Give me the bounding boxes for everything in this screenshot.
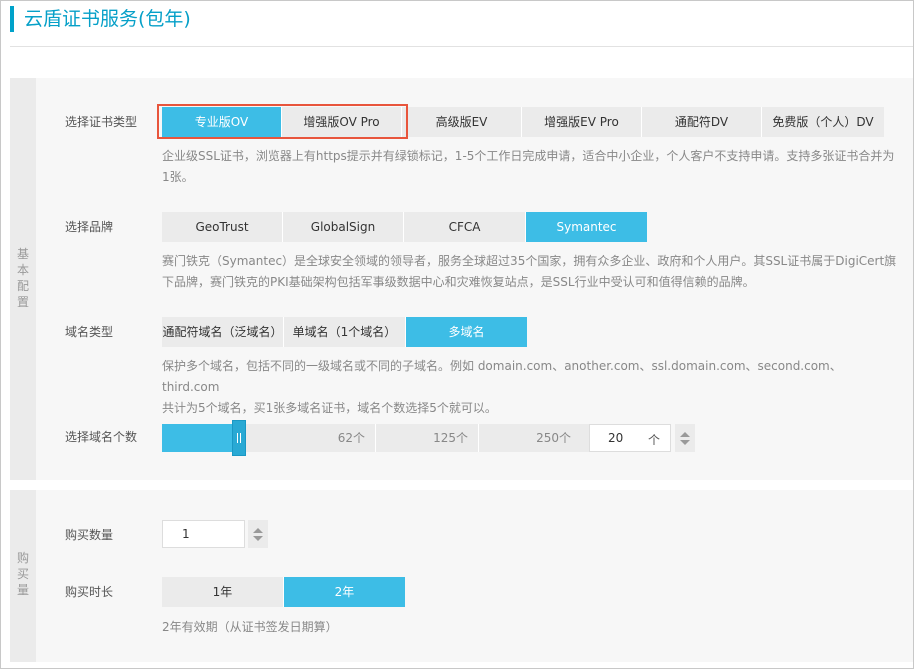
slider-divider-1 — [375, 424, 376, 452]
duration-label: 购买时长 — [65, 585, 114, 599]
domain-type-option-multi[interactable]: 多域名 — [406, 317, 527, 347]
brand-label: 选择品牌 — [65, 220, 114, 234]
quantity-label: 购买数量 — [65, 528, 114, 542]
brand-description: 赛门铁克（Symantec）是全球安全领域的领导者，服务全球超过35个国家，拥有… — [162, 251, 897, 293]
cert-type-option-ov-pro[interactable]: 增强版OV Pro — [282, 107, 402, 137]
quantity-increment-icon[interactable] — [253, 528, 263, 533]
quantity-stepper[interactable] — [248, 520, 268, 548]
domain-count-label: 选择域名个数 — [65, 430, 138, 444]
domain-count-slider-fill — [162, 424, 239, 452]
brand-option-cfca[interactable]: CFCA — [404, 212, 526, 242]
cert-type-option-free-dv[interactable]: 免费版（个人）DV — [762, 107, 884, 137]
cert-type-label: 选择证书类型 — [65, 115, 138, 129]
duration-validity-note: 2年有效期（从证书签发日期算） — [162, 620, 338, 634]
cert-type-option-ov[interactable]: 专业版OV — [162, 107, 282, 137]
duration-option-1-year[interactable]: 1年 — [162, 577, 284, 607]
domain-count-value: 20 — [608, 431, 624, 445]
cert-type-description-line-2: 1张。 — [162, 170, 194, 184]
cert-type-description-line-1: 企业级SSL证书，浏览器上有https提示并有绿锁标记，1-5个工作日完成申请，… — [162, 149, 895, 163]
basic-config-label-4: 置 — [16, 295, 29, 309]
cert-type-option-ev[interactable]: 高级版EV — [402, 107, 522, 137]
basic-config-sidebar: 基 本 配 置 — [10, 78, 36, 480]
basic-config-label-3: 配 — [16, 279, 29, 293]
basic-config-label-1: 基 — [16, 247, 29, 261]
purchase-section: 购 买 量 — [10, 490, 913, 662]
purchase-label-3: 量 — [16, 583, 29, 597]
domain-type-label: 域名类型 — [65, 325, 114, 339]
brand-description-line-1: 赛门铁克（Symantec）是全球安全领域的领导者，服务全球超过35个国家，拥有… — [162, 254, 897, 268]
slider-tick-250: 250个 — [536, 431, 571, 445]
cert-type-options: 专业版OV 增强版OV Pro 高级版EV 增强版EV Pro 通配符DV 免费… — [162, 107, 884, 137]
slider-tick-125: 125个 — [433, 431, 468, 445]
domain-type-description-line-1: 保护多个域名，包括不同的一级域名或不同的子域名。例如 domain.com、an… — [162, 359, 842, 394]
title-divider — [10, 46, 913, 47]
domain-type-description: 保护多个域名，包括不同的一级域名或不同的子域名。例如 domain.com、an… — [162, 356, 897, 419]
purchase-label-2: 买 — [16, 567, 29, 581]
domain-count-unit: 个 — [648, 433, 661, 447]
domain-type-options: 通配符域名（泛域名） 单域名（1个域名） 多域名 — [162, 317, 527, 347]
domain-count-slider[interactable]: 62个 125个 250个 — [162, 420, 589, 456]
cert-type-option-wildcard-dv[interactable]: 通配符DV — [642, 107, 762, 137]
quantity-decrement-icon[interactable] — [253, 536, 263, 541]
domain-count-input[interactable]: 20 个 — [589, 424, 671, 452]
quantity-value: 1 — [182, 527, 190, 541]
cert-type-option-ev-pro[interactable]: 增强版EV Pro — [522, 107, 642, 137]
purchase-label-1: 购 — [16, 551, 29, 565]
brand-option-globalsign[interactable]: GlobalSign — [283, 212, 404, 242]
page-title: 云盾证书服务(包年) — [10, 6, 191, 32]
slider-tick-62: 62个 — [337, 431, 365, 445]
duration-option-2-years[interactable]: 2年 — [284, 577, 405, 607]
brand-option-geotrust[interactable]: GeoTrust — [162, 212, 283, 242]
brand-options: GeoTrust GlobalSign CFCA Symantec — [162, 212, 647, 242]
domain-count-decrement-icon[interactable] — [680, 440, 690, 445]
domain-type-option-wildcard[interactable]: 通配符域名（泛域名） — [162, 317, 284, 347]
cert-type-description: 企业级SSL证书，浏览器上有https提示并有绿锁标记，1-5个工作日完成申请，… — [162, 146, 897, 188]
brand-option-symantec[interactable]: Symantec — [526, 212, 647, 242]
domain-count-stepper[interactable] — [675, 424, 695, 452]
domain-count-slider-handle[interactable] — [232, 420, 246, 456]
domain-type-option-single[interactable]: 单域名（1个域名） — [284, 317, 406, 347]
brand-description-line-2: 下品牌，赛门铁克的PKI基础架构包括军事级数据中心和灾难恢复站点，是SSL行业中… — [162, 275, 755, 289]
domain-count-increment-icon[interactable] — [680, 432, 690, 437]
purchase-sidebar: 购 买 量 — [10, 490, 36, 662]
slider-divider-2 — [478, 424, 479, 452]
basic-config-label-2: 本 — [16, 263, 29, 277]
duration-options: 1年 2年 — [162, 577, 405, 607]
domain-type-description-line-2: 共计为5个域名，买1张多域名证书，域名个数选择5个就可以。 — [162, 401, 497, 415]
quantity-input[interactable]: 1 — [162, 520, 245, 548]
